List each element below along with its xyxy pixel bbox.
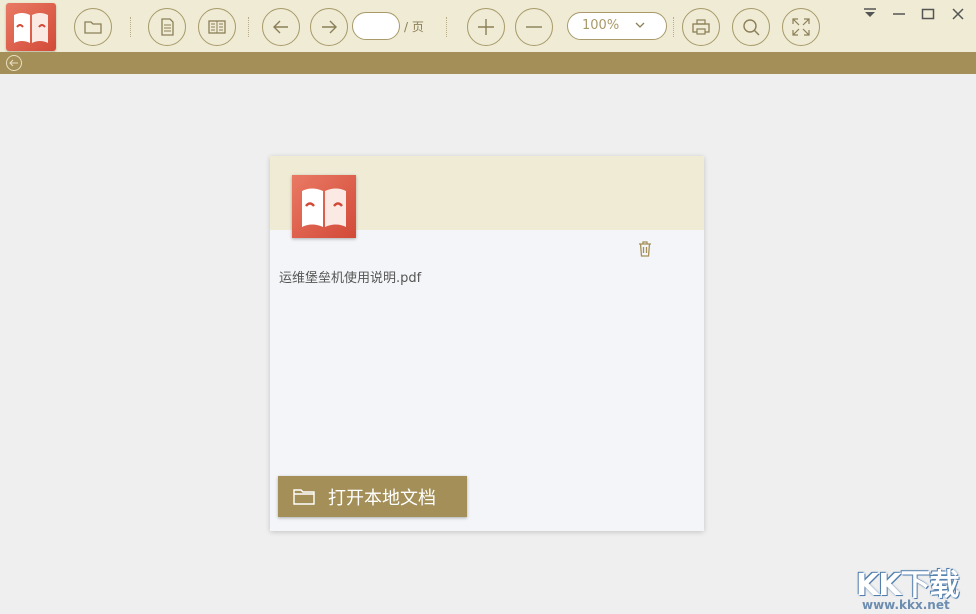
previous-page-button[interactable] bbox=[262, 8, 300, 46]
maximize-icon[interactable] bbox=[920, 6, 936, 22]
chevron-down-icon bbox=[635, 22, 645, 28]
toolbar: / 页 100% bbox=[0, 0, 976, 52]
toolbar-separator bbox=[130, 17, 131, 37]
minus-icon bbox=[526, 26, 542, 28]
watermark: KK下载 www.kkx.net bbox=[856, 560, 976, 614]
watermark-url: www.kkx.net bbox=[862, 598, 950, 612]
zoom-value: 100% bbox=[582, 18, 620, 33]
minimize-icon[interactable] bbox=[891, 6, 907, 22]
single-page-icon bbox=[161, 18, 174, 36]
plus-icon bbox=[478, 19, 494, 35]
fullscreen-button[interactable] bbox=[782, 8, 820, 46]
search-icon bbox=[743, 19, 760, 36]
dropdown-menu-icon[interactable] bbox=[862, 6, 878, 22]
next-page-button[interactable] bbox=[310, 8, 348, 46]
trash-icon[interactable] bbox=[637, 240, 653, 258]
open-local-document-button[interactable]: 打开本地文档 bbox=[278, 476, 467, 517]
recent-file-name[interactable]: 运维堡垒机使用说明.pdf bbox=[279, 267, 421, 286]
folder-icon bbox=[293, 488, 315, 505]
zoom-in-button[interactable] bbox=[467, 8, 505, 46]
double-page-button[interactable] bbox=[198, 8, 236, 46]
sub-toolbar bbox=[0, 52, 976, 74]
open-local-document-label: 打开本地文档 bbox=[328, 487, 436, 509]
close-icon[interactable] bbox=[950, 6, 966, 22]
zoom-out-button[interactable] bbox=[515, 8, 553, 46]
double-page-icon bbox=[208, 20, 226, 34]
app-logo bbox=[6, 3, 56, 51]
arrow-left-icon bbox=[273, 20, 288, 34]
toolbar-separator bbox=[248, 17, 249, 37]
document-logo bbox=[292, 175, 356, 238]
open-folder-button[interactable] bbox=[74, 8, 112, 46]
folder-icon bbox=[84, 21, 102, 34]
toolbar-separator bbox=[446, 17, 447, 37]
arrow-right-icon bbox=[322, 20, 337, 34]
fullscreen-icon bbox=[792, 18, 810, 36]
recent-document-card: 运维堡垒机使用说明.pdf 打开本地文档 bbox=[270, 156, 704, 531]
page-number-input[interactable] bbox=[352, 12, 400, 40]
toolbar-separator bbox=[673, 17, 674, 37]
search-button[interactable] bbox=[732, 8, 770, 46]
back-icon[interactable] bbox=[5, 54, 23, 72]
zoom-select[interactable]: 100% bbox=[567, 12, 667, 40]
print-button[interactable] bbox=[682, 8, 720, 46]
single-page-button[interactable] bbox=[148, 8, 186, 46]
page-suffix-label: / 页 bbox=[404, 20, 424, 34]
printer-icon bbox=[692, 19, 710, 35]
